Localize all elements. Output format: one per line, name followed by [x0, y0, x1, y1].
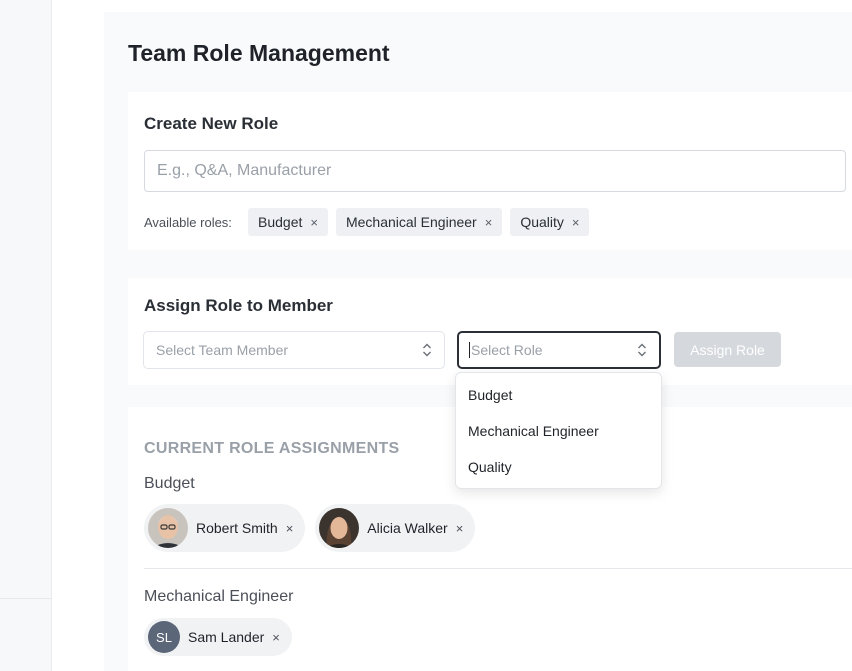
- assign-role-card: Assign Role to Member Select Team Member…: [128, 278, 852, 385]
- member-chip-sam-lander: SL Sam Lander ×: [144, 618, 292, 656]
- avatar-initials: SL: [148, 621, 180, 653]
- member-name: Robert Smith: [196, 520, 278, 536]
- group-label-mechanical-engineer: Mechanical Engineer: [144, 588, 294, 605]
- close-icon[interactable]: ×: [310, 215, 318, 230]
- page-title: Team Role Management: [128, 40, 390, 66]
- close-icon[interactable]: ×: [572, 215, 580, 230]
- assign-role-button[interactable]: Assign Role: [674, 332, 781, 367]
- group-label-budget: Budget: [144, 475, 195, 492]
- team-member-select-placeholder: Select Team Member: [156, 342, 289, 358]
- close-icon[interactable]: ×: [286, 521, 294, 536]
- avatar: [148, 508, 188, 548]
- role-select[interactable]: Select Role: [457, 331, 661, 369]
- role-option-mechanical-engineer[interactable]: Mechanical Engineer: [456, 413, 661, 449]
- mechanical-engineer-members: SL Sam Lander ×: [144, 618, 292, 656]
- role-chip-quality: Quality ×: [510, 208, 590, 236]
- close-icon[interactable]: ×: [272, 630, 280, 645]
- role-chip-label: Mechanical Engineer: [345, 214, 477, 230]
- member-chip-robert-smith: Robert Smith ×: [144, 504, 306, 552]
- close-icon[interactable]: ×: [485, 215, 493, 230]
- chevron-up-down-icon: [638, 343, 646, 357]
- role-option-quality[interactable]: Quality: [456, 449, 661, 485]
- available-roles-list: Budget × Mechanical Engineer × Quality ×: [248, 208, 590, 236]
- sidebar-divider: [0, 598, 52, 599]
- group-divider: [144, 568, 852, 569]
- role-chip-mechanical-engineer: Mechanical Engineer ×: [335, 208, 503, 236]
- create-role-card: Create New Role Available roles: Budget …: [128, 92, 852, 250]
- chevron-up-down-icon: [423, 343, 431, 357]
- member-name: Alicia Walker: [367, 520, 448, 536]
- role-option-budget[interactable]: Budget: [456, 377, 661, 413]
- avatar: [319, 508, 360, 548]
- main-panel: Team Role Management Create New Role Ava…: [104, 12, 852, 671]
- role-chip-label: Budget: [258, 214, 303, 230]
- left-sidebar: [0, 0, 52, 671]
- assign-role-title: Assign Role to Member: [144, 296, 333, 315]
- role-dropdown-menu: Budget Mechanical Engineer Quality: [455, 372, 662, 489]
- role-chip-label: Quality: [520, 214, 564, 230]
- role-select-placeholder: Select Role: [471, 342, 543, 358]
- team-member-select[interactable]: Select Team Member: [143, 331, 445, 369]
- member-name: Sam Lander: [188, 629, 265, 645]
- new-role-input[interactable]: [144, 150, 846, 192]
- role-chip-budget: Budget ×: [248, 208, 328, 236]
- close-icon[interactable]: ×: [456, 521, 464, 536]
- budget-members: Robert Smith × Alicia Walker ×: [144, 504, 476, 552]
- create-role-title: Create New Role: [144, 114, 279, 133]
- current-assignments-heading: CURRENT ROLE ASSIGNMENTS: [144, 440, 400, 457]
- available-roles-label: Available roles:: [144, 215, 232, 230]
- text-cursor: [469, 342, 470, 358]
- member-chip-alicia-walker: Alicia Walker ×: [315, 504, 476, 552]
